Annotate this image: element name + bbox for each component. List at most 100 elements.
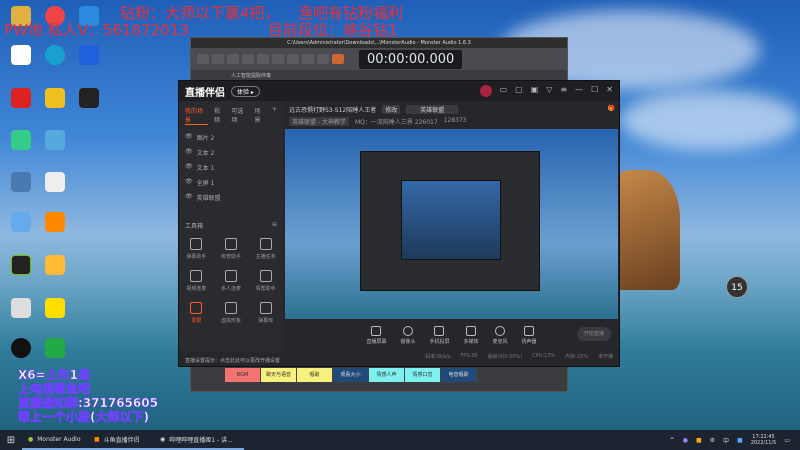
subcategory[interactable]: 英雄联盟 - 大神教学 [289, 117, 349, 126]
rewind-button[interactable] [257, 54, 269, 64]
tool-helper[interactable]: 情帮助手 [248, 270, 283, 292]
mixer-button[interactable] [212, 54, 224, 64]
redo-button[interactable] [242, 54, 254, 64]
edit-button[interactable]: 修改 [382, 105, 401, 114]
play-button[interactable] [317, 54, 329, 64]
tool-record[interactable]: 录屏 [179, 302, 214, 324]
gift-icon[interactable]: 🎁 [608, 105, 615, 114]
desktop-icon[interactable] [4, 172, 38, 194]
mixer-channel[interactable]: 情感人声 [369, 368, 405, 382]
avatar[interactable] [479, 85, 492, 97]
stop-button[interactable] [287, 54, 299, 64]
add-icon[interactable]: + [272, 106, 277, 125]
tool-multi-link[interactable]: 多人连麦 [214, 270, 249, 292]
record-button[interactable] [332, 54, 344, 64]
minimize-icon[interactable]: — [575, 85, 583, 97]
notification-icon[interactable]: ▭ [784, 437, 790, 444]
message-icon[interactable]: ▭ [500, 85, 508, 97]
tab-options[interactable]: 可选项 [231, 106, 248, 125]
mixer-channel[interactable]: 唱歌 [297, 368, 333, 382]
live-companion-window[interactable]: 直播伴侣 体验 ▸ ▭ ▢ ▣ ▽ ≡ — ☐ ✕ 我的场景 视频 可选项 场景… [178, 80, 620, 367]
layer-item[interactable]: 👁 图片 2 [179, 130, 283, 145]
chat-icon[interactable]: ▢ [515, 85, 523, 97]
desktop-icon[interactable] [38, 130, 72, 152]
taskbar-item[interactable]: ● Monster Audio [22, 430, 88, 450]
stream-preview[interactable] [285, 129, 618, 319]
filter-icon[interactable]: ▽ [546, 85, 552, 97]
desktop-icon[interactable] [4, 212, 38, 234]
tool-video-link[interactable]: 视频连麦 [179, 270, 214, 292]
tool-tasks[interactable]: 主播任务 [248, 238, 283, 260]
floating-bubble[interactable]: 15 [726, 276, 748, 298]
tab-scenes[interactable]: 我的场景 [185, 106, 208, 125]
layer-label: 文本 2 [196, 150, 215, 157]
media-button[interactable]: 多媒体 [464, 325, 479, 345]
ime-indicator[interactable]: 中 [723, 436, 729, 445]
clock[interactable]: 17:22:45 2022/11/5 [751, 434, 777, 446]
start-live-button[interactable]: 开始直播 [577, 327, 611, 341]
desktop-icon-qq[interactable] [4, 338, 38, 360]
windows-start-icon[interactable]: ⊞ [0, 435, 22, 446]
desktop-icon-edge[interactable] [38, 45, 72, 67]
tray-icon[interactable]: ● [683, 437, 688, 444]
layer-label: 英雄联盟 [196, 195, 221, 202]
desktop-icon[interactable] [72, 45, 106, 67]
camera-button[interactable]: 摄像头 [400, 325, 415, 345]
taskbar-item[interactable]: ■ 斗鱼直播伴侣 [88, 430, 154, 450]
maximize-icon[interactable]: ☐ [591, 85, 598, 97]
tray-icon[interactable]: ■ [696, 437, 702, 444]
layer-item[interactable]: 👁 全屏 1 [179, 175, 283, 190]
eye-icon[interactable]: 👁 [185, 163, 193, 172]
desktop-icon-wps[interactable] [4, 88, 38, 110]
chevron-up-icon[interactable]: ^ [670, 437, 675, 444]
layer-item[interactable]: 👁 文本 1 [179, 160, 283, 175]
undo-button[interactable] [227, 54, 239, 64]
desktop-icon-nvidia[interactable] [4, 255, 38, 277]
desktop-icon[interactable] [72, 88, 106, 110]
desktop-icon[interactable] [4, 298, 38, 320]
mixer-channel[interactable]: BGM [225, 368, 261, 382]
desktop-icon[interactable] [38, 255, 72, 277]
tool-danmaku-lib[interactable]: 弹幕库 [248, 302, 283, 324]
tool-danmaku[interactable]: 弹幕助手 [179, 238, 214, 260]
network-icon[interactable]: ⚙ [710, 437, 715, 444]
desktop-icon[interactable] [38, 88, 72, 110]
tab-scene[interactable]: 场景 [255, 106, 266, 125]
desktop-icon[interactable] [38, 298, 72, 320]
notice-bar[interactable]: 直播设置提示：点击此处可以更改开播设置 [179, 357, 479, 364]
forward-button[interactable] [272, 54, 284, 64]
taskbar-item[interactable]: ◉ 哔哩哔哩直播姬1 - 讲... [154, 430, 244, 450]
mixer-channel[interactable]: 观看大小 [333, 368, 369, 382]
tool-admin[interactable]: 房管助手 [214, 238, 249, 260]
desktop-icon[interactable] [38, 212, 72, 234]
mixer-strip: BGM 聊天与语音 唱歌 观看大小 情感人声 情感口音 电音唱歌 [225, 368, 477, 382]
mixer-channel[interactable]: 聊天与语音 [261, 368, 297, 382]
eye-icon[interactable]: 👁 [185, 178, 193, 187]
eye-icon[interactable]: 👁 [185, 133, 193, 142]
category-select[interactable]: 英雄联盟 [406, 105, 459, 114]
mixer-channel[interactable]: 电音唱歌 [441, 368, 477, 382]
microphone-button[interactable]: 麦克风 [493, 325, 508, 345]
tool-avatar[interactable]: 虚拟形象 [214, 302, 249, 324]
mixer-channel[interactable]: 情感口音 [405, 368, 441, 382]
close-icon[interactable]: ✕ [606, 85, 613, 97]
layer-item[interactable]: 👁 英雄联盟 [179, 190, 283, 205]
tray-icon[interactable]: ■ [737, 437, 743, 444]
phone-cast-button[interactable]: 手机投屏 [429, 325, 450, 345]
desktop-icon[interactable] [4, 130, 38, 152]
trial-pill[interactable]: 体验 ▸ [231, 85, 260, 97]
menu-button[interactable] [197, 54, 209, 64]
eye-icon[interactable]: 👁 [185, 193, 193, 202]
screen-icon[interactable]: ▣ [531, 85, 539, 97]
eye-icon[interactable]: 👁 [185, 148, 193, 157]
collapse-icon[interactable]: ⊖ [272, 221, 277, 230]
layer-item[interactable]: 👁 文本 2 [179, 145, 283, 160]
desktop-icon[interactable] [38, 172, 72, 194]
screen-capture-button[interactable]: 直播屏幕 [366, 325, 386, 345]
menu-icon[interactable]: ≡ [560, 85, 567, 97]
tab-video[interactable]: 视频 [214, 106, 225, 125]
loop-button[interactable] [302, 54, 314, 64]
desktop-icon[interactable] [4, 45, 38, 67]
speaker-button[interactable]: 扬声器 [522, 325, 537, 345]
desktop-icon[interactable] [38, 338, 72, 360]
